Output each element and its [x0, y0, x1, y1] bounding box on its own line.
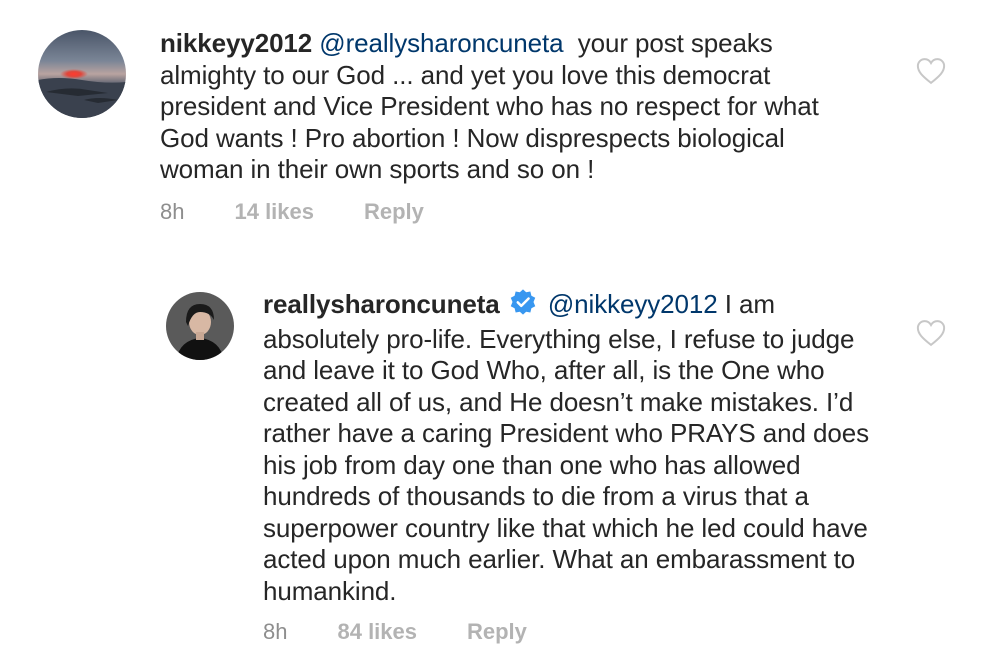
- comment-mention[interactable]: @reallysharoncuneta: [319, 28, 563, 58]
- comment-text: nikkeyy2012 @reallysharoncuneta your pos…: [160, 28, 860, 186]
- likes-count[interactable]: 14 likes: [234, 199, 314, 225]
- reply-button[interactable]: Reply: [364, 199, 424, 225]
- reply-time: 8h: [263, 619, 288, 644]
- sunset-avatar-image: [38, 30, 126, 118]
- comment-text-line1: your post speaks: [563, 28, 773, 58]
- reply-username[interactable]: reallysharoncuneta: [263, 289, 500, 319]
- heart-outline-icon: [916, 58, 946, 85]
- verified-badge-icon: [509, 288, 537, 324]
- reply-meta: 8h 84 likes Reply: [263, 619, 527, 645]
- reply-button[interactable]: Reply: [467, 619, 527, 645]
- comment-username[interactable]: nikkeyy2012: [160, 28, 312, 58]
- comment-item: nikkeyy2012 @reallysharoncuneta your pos…: [0, 0, 1000, 250]
- comment-meta: 8h 14 likes Reply: [160, 199, 424, 225]
- reply-text-line1: I am: [717, 289, 775, 319]
- reply-comment-item: reallysharoncuneta @nikkeyy2012 I am abs…: [0, 250, 1000, 664]
- comment-time: 8h: [160, 199, 185, 224]
- reply-text: reallysharoncuneta @nikkeyy2012 I am abs…: [263, 288, 873, 607]
- profile-avatar-image: [166, 292, 234, 360]
- heart-outline-icon: [916, 320, 946, 347]
- like-button[interactable]: [916, 57, 946, 90]
- avatar[interactable]: [38, 30, 126, 118]
- avatar[interactable]: [166, 292, 234, 360]
- comment-text-rest: almighty to our God ... and yet you love…: [160, 59, 819, 185]
- likes-count[interactable]: 84 likes: [337, 619, 417, 645]
- reply-mention[interactable]: @nikkeyy2012: [548, 289, 718, 319]
- like-button[interactable]: [916, 319, 946, 352]
- reply-text-rest: absolutely pro-life. Everything else, I …: [263, 323, 869, 606]
